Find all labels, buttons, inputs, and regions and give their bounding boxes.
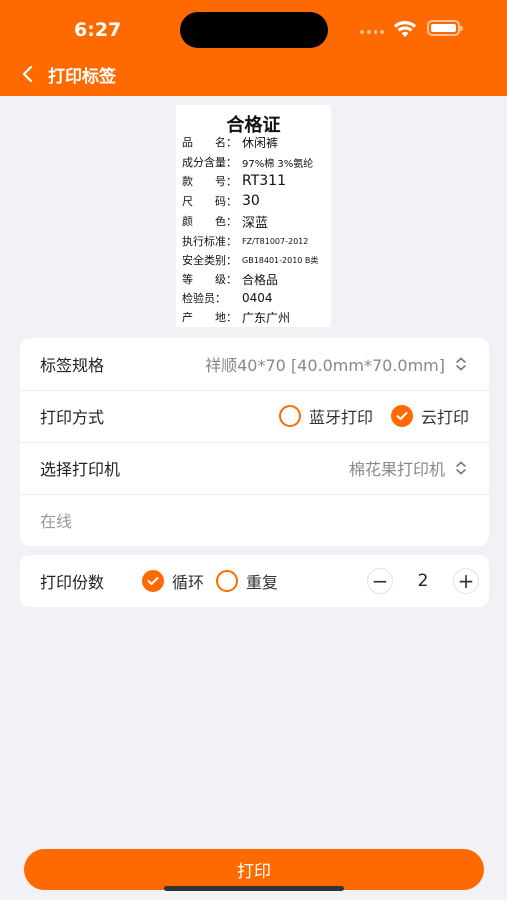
label-row-size: 尺 码： 30 <box>182 193 260 209</box>
label-spec-label: 标签规格 <box>40 356 105 375</box>
label-row-name: 品 名： 休闲裤 <box>182 135 279 150</box>
label-spec-select[interactable]: 祥顺40*70 [40.0mm*70.0mm] <box>205 352 467 376</box>
chevron-updown-icon <box>456 357 466 371</box>
printer-label: 选择打印机 <box>40 460 121 479</box>
home-indicator <box>164 886 344 891</box>
page-title: 打印标签 <box>48 66 116 87</box>
label-row-composition: 成分含量： 97%棉 3%氨纶 <box>182 156 314 170</box>
label-row-standard: 执行标准： FZ/T81007-2012 <box>182 235 309 248</box>
print-copies-card: 打印份数 循环 重复 − 2 + <box>20 555 489 607</box>
print-copies-label: 打印份数 <box>40 573 105 592</box>
printer-select[interactable]: 棉花果打印机 <box>349 456 467 480</box>
label-row-grade: 等 级： 合格品 <box>182 272 279 287</box>
quantity-value: 2 <box>417 571 429 591</box>
dynamic-island <box>180 12 328 48</box>
decrement-button[interactable]: − <box>367 568 393 594</box>
print-method-label: 打印方式 <box>40 408 105 427</box>
label-row-style: 款 号： RT311 <box>182 173 286 189</box>
printer-value: 棉花果打印机 <box>348 460 445 479</box>
status-time: 6:27 <box>74 19 122 41</box>
label-spec-value: 祥顺40*70 [40.0mm*70.0mm] <box>205 356 445 375</box>
quantity-stepper: − 2 + <box>367 568 479 594</box>
print-settings-card: 标签规格 祥顺40*70 [40.0mm*70.0mm] 打印方式 蓝牙打印 云… <box>20 338 489 546</box>
signal-icon <box>360 30 384 36</box>
printer-status: 在线 <box>40 512 73 531</box>
printer-row[interactable]: 选择打印机 棉花果打印机 <box>20 442 489 494</box>
radio-unchecked-icon <box>278 405 301 427</box>
radio-unchecked-icon <box>216 570 239 592</box>
radio-repeat[interactable]: 重复 <box>216 569 278 593</box>
label-row-safety: 安全类别： GB18401-2010 B类 <box>182 254 319 267</box>
chevron-left-icon <box>22 65 33 83</box>
app-header: 6:27 打印标签 <box>0 0 507 96</box>
chevron-updown-icon <box>456 461 466 475</box>
wifi-icon <box>393 21 417 37</box>
label-preview: 合格证 品 名： 休闲裤 成分含量： 97%棉 3%氨纶 款 号： RT311 … <box>176 105 331 327</box>
increment-button[interactable]: + <box>453 568 479 594</box>
battery-icon <box>427 20 463 36</box>
print-button[interactable]: 打印 <box>24 849 484 890</box>
radio-cloud-print[interactable]: 云打印 <box>390 404 469 428</box>
radio-cycle[interactable]: 循环 <box>142 569 204 593</box>
radio-bluetooth-print[interactable]: 蓝牙打印 <box>278 404 373 428</box>
print-method-row: 打印方式 蓝牙打印 云打印 <box>20 390 489 442</box>
label-row-origin: 产 地： 广东广州 <box>182 310 291 325</box>
printer-status-row: 在线 <box>20 494 489 546</box>
print-copies-row: 打印份数 循环 重复 − 2 + <box>20 555 489 607</box>
label-spec-row[interactable]: 标签规格 祥顺40*70 [40.0mm*70.0mm] <box>20 338 489 390</box>
radio-checked-icon <box>142 570 164 592</box>
label-row-inspector: 检验员： 0404 <box>182 291 273 305</box>
label-row-color: 颜 色： 深蓝 <box>182 215 269 231</box>
back-button[interactable]: 打印标签 <box>20 60 140 88</box>
radio-checked-icon <box>390 405 413 427</box>
